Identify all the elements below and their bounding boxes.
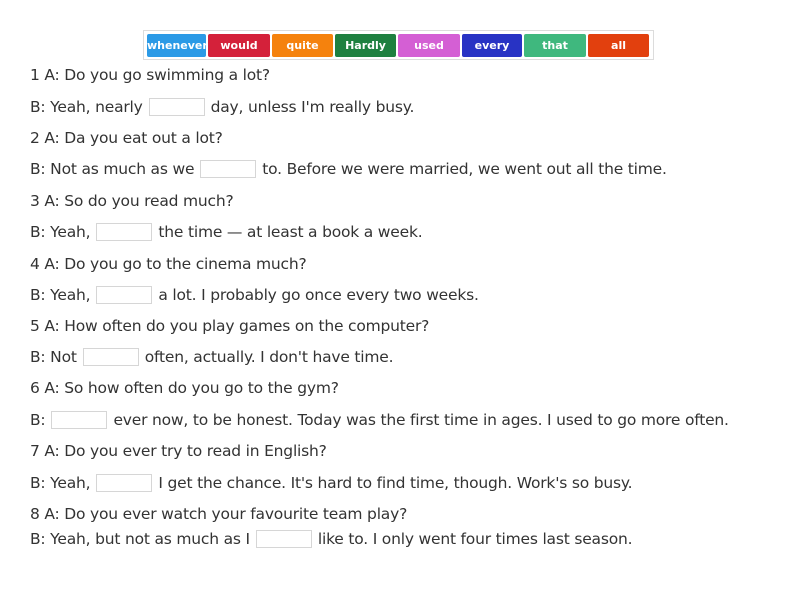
answer-line: B: Not as much as we to. Before we were m… [30, 159, 667, 179]
answer-blank[interactable] [96, 285, 153, 304]
answer-text: B: Yeah, but not as much as I [30, 530, 250, 548]
question-text: 1 A: Do you go swimming a lot? [30, 66, 270, 84]
question-text: 6 A: So how often do you go to the gym? [30, 379, 339, 397]
question-line: 1 A: Do you go swimming a lot? [30, 66, 270, 84]
answer-text: the time — at least a book a week. [158, 223, 423, 241]
answer-blank[interactable] [51, 410, 108, 429]
question-line: 4 A: Do you go to the cinema much? [30, 255, 307, 273]
question-text: 8 A: Do you ever watch your favourite te… [30, 505, 408, 523]
answer-text: B: [30, 411, 46, 429]
answer-text: I get the chance. It's hard to find time… [158, 474, 633, 492]
answer-blank[interactable] [148, 97, 205, 116]
question-text: 7 A: Do you ever try to read in English? [30, 442, 327, 460]
word-bank: whenever would quite Hardly used every t… [143, 30, 654, 60]
answer-blank[interactable] [82, 347, 139, 366]
answer-text: B: Not as much as we [30, 160, 195, 178]
answer-text: day, unless I'm really busy. [210, 98, 415, 116]
question-line: 5 A: How often do you play games on the … [30, 317, 429, 335]
answer-text: B: Not [30, 348, 77, 366]
question-line: 3 A: So do you read much? [30, 192, 234, 210]
answer-line: B: Yeah, but not as much as I like to. I … [30, 529, 633, 549]
word-chip[interactable]: used [398, 34, 460, 57]
answer-text: like to. I only went four times last sea… [317, 530, 633, 548]
question-line: 2 A: Da you eat out a lot? [30, 129, 223, 147]
answer-blank[interactable] [96, 473, 153, 492]
answer-line: B: Yeah, I get the chance. It's hard to f… [30, 473, 633, 493]
answer-text: ever now, to be honest. Today was the fi… [113, 411, 729, 429]
question-line: 7 A: Do you ever try to read in English? [30, 442, 327, 460]
word-chip[interactable]: whenever [147, 34, 208, 57]
answer-line: B: Not often, actually. I don't have time… [30, 347, 394, 367]
answer-blank[interactable] [96, 222, 153, 241]
word-chip[interactable]: quite [272, 34, 333, 57]
word-chip[interactable]: every [462, 34, 522, 57]
question-text: 3 A: So do you read much? [30, 192, 234, 210]
question-text: 2 A: Da you eat out a lot? [30, 129, 223, 147]
answer-line: B: Yeah, a lot. I probably go once every … [30, 285, 479, 305]
question-line: 6 A: So how often do you go to the gym? [30, 379, 339, 397]
word-chip[interactable]: Hardly [335, 34, 396, 57]
word-chip[interactable]: all [588, 34, 649, 57]
answer-text: B: Yeah, nearly [30, 98, 143, 116]
word-chip[interactable]: would [208, 34, 270, 57]
word-chip[interactable]: that [524, 34, 586, 57]
answer-text: B: Yeah, [30, 286, 91, 304]
answer-blank[interactable] [200, 159, 257, 178]
answer-text: a lot. I probably go once every two week… [158, 286, 479, 304]
question-text: 5 A: How often do you play games on the … [30, 317, 430, 335]
answer-line: B: ever now, to be honest. Today was the … [30, 410, 729, 430]
answer-blank[interactable] [255, 529, 312, 548]
answer-line: B: Yeah, nearly day, unless I'm really bu… [30, 97, 415, 117]
answer-line: B: Yeah, the time — at least a book a wee… [30, 222, 423, 242]
answer-text: to. Before we were married, we went out … [262, 160, 667, 178]
answer-text: often, actually. I don't have time. [144, 348, 394, 366]
answer-text: B: Yeah, [30, 474, 91, 492]
question-text: 4 A: Do you go to the cinema much? [30, 255, 307, 273]
answer-text: B: Yeah, [30, 223, 91, 241]
question-line: 8 A: Do you ever watch your favourite te… [30, 505, 407, 523]
